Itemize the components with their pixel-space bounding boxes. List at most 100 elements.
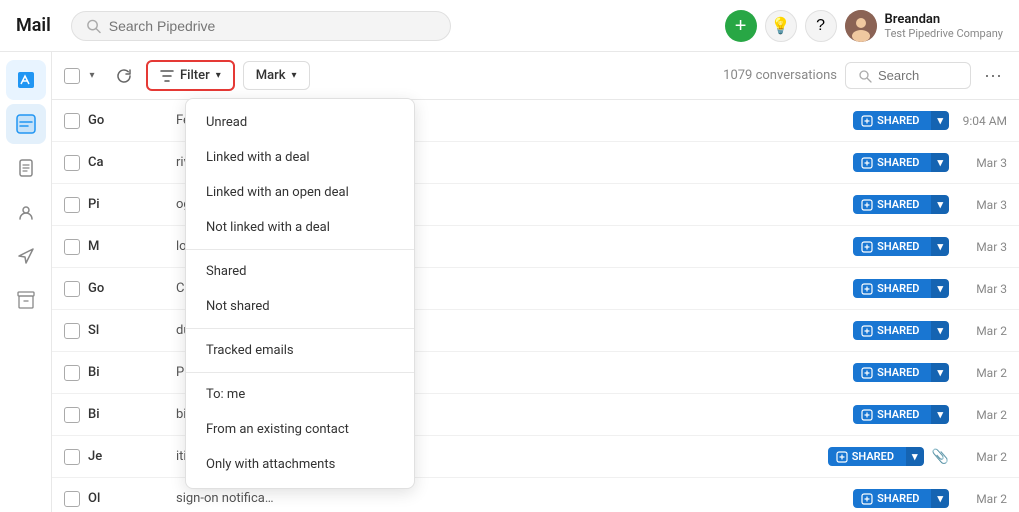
- shared-badge-1[interactable]: SHARED ▾: [853, 153, 949, 172]
- shared-badge-arrow-8[interactable]: ▾: [906, 447, 924, 466]
- filter-menu-item-1[interactable]: Linked with a deal: [186, 140, 414, 175]
- email-checkbox-0[interactable]: [64, 113, 80, 129]
- shared-badge-main-0: SHARED: [853, 111, 927, 130]
- shared-badge-main-7: SHARED: [853, 405, 927, 424]
- email-time-7: Mar 2: [957, 408, 1007, 422]
- email-checkbox-6[interactable]: [64, 365, 80, 381]
- shared-badge-arrow-3[interactable]: ▾: [931, 237, 949, 256]
- email-time-5: Mar 2: [957, 324, 1007, 338]
- sidebar-item-documents[interactable]: [6, 148, 46, 188]
- global-search-bar[interactable]: [71, 11, 451, 41]
- mark-dropdown-arrow: ▾: [291, 70, 296, 81]
- shared-badge-arrow-6[interactable]: ▾: [931, 363, 949, 382]
- email-checkbox-7[interactable]: [64, 407, 80, 423]
- shared-badge-main-9: SHARED: [853, 489, 927, 508]
- select-dropdown-arrow[interactable]: ▾: [82, 66, 102, 86]
- user-company: Test Pipedrive Company: [885, 27, 1003, 40]
- shared-badge-arrow-4[interactable]: ▾: [931, 279, 949, 298]
- help-button[interactable]: ?: [805, 10, 837, 42]
- avatar: [845, 10, 877, 42]
- more-options-button[interactable]: ···: [979, 62, 1007, 90]
- email-sender-6: Bi: [88, 365, 168, 380]
- inbox-search-input[interactable]: [878, 68, 958, 83]
- shared-badge-5[interactable]: SHARED ▾: [853, 321, 949, 340]
- filter-dropdown-arrow: ▾: [216, 70, 221, 81]
- select-all-checkbox[interactable]: [64, 68, 80, 84]
- top-nav: Mail + 💡 ? Breandan Test Pipedrive Compa…: [0, 0, 1019, 52]
- dropdown-divider-3: [186, 249, 414, 250]
- email-checkbox-3[interactable]: [64, 239, 80, 255]
- select-all-area[interactable]: ▾: [64, 66, 102, 86]
- refresh-button[interactable]: [110, 62, 138, 90]
- global-search-input[interactable]: [109, 18, 436, 34]
- sidebar-item-inbox[interactable]: [6, 104, 46, 144]
- user-name: Breandan: [885, 12, 1003, 27]
- filter-menu-item-3[interactable]: Not linked with a deal: [186, 210, 414, 245]
- shared-badge-arrow-2[interactable]: ▾: [931, 195, 949, 214]
- filter-button[interactable]: Filter ▾: [146, 60, 235, 91]
- nav-actions: + 💡 ? Breandan Test Pipedrive Company: [725, 10, 1003, 42]
- shared-badge-main-8: SHARED: [828, 447, 902, 466]
- email-sender-2: Pi: [88, 197, 168, 212]
- shared-badge-7[interactable]: SHARED ▾: [853, 405, 949, 424]
- search-inbox-icon: [858, 69, 872, 83]
- email-time-1: Mar 3: [957, 156, 1007, 170]
- attachment-icon: 📎: [932, 449, 949, 465]
- email-checkbox-8[interactable]: [64, 449, 80, 465]
- shared-badge-main-6: SHARED: [853, 363, 927, 382]
- dropdown-divider-5: [186, 328, 414, 329]
- filter-menu-item-0[interactable]: Unread: [186, 105, 414, 140]
- email-subject-9: sign-on notifica…: [176, 491, 845, 506]
- shared-badge-arrow-1[interactable]: ▾: [931, 153, 949, 172]
- add-button[interactable]: +: [725, 10, 757, 42]
- inbox-search-bar[interactable]: [845, 62, 971, 89]
- shared-badge-arrow-5[interactable]: ▾: [931, 321, 949, 340]
- shared-badge-4[interactable]: SHARED ▾: [853, 279, 949, 298]
- lightbulb-button[interactable]: 💡: [765, 10, 797, 42]
- email-checkbox-5[interactable]: [64, 323, 80, 339]
- shared-badge-8[interactable]: SHARED ▾: [828, 447, 924, 466]
- email-checkbox-9[interactable]: [64, 491, 80, 507]
- email-sender-1: Ca: [88, 155, 168, 170]
- shared-badge-arrow-7[interactable]: ▾: [931, 405, 949, 424]
- filter-menu-item-7[interactable]: To: me: [186, 377, 414, 412]
- filter-dropdown: UnreadLinked with a dealLinked with an o…: [185, 98, 415, 489]
- shared-badge-arrow-0[interactable]: ▾: [931, 111, 949, 130]
- email-time-6: Mar 2: [957, 366, 1007, 380]
- filter-menu-item-2[interactable]: Linked with an open deal: [186, 175, 414, 210]
- email-time-0: 9:04 AM: [957, 114, 1007, 128]
- email-sender-5: Sl: [88, 323, 168, 338]
- shared-badge-9[interactable]: SHARED ▾: [853, 489, 949, 508]
- filter-menu-item-6[interactable]: Tracked emails: [186, 333, 414, 368]
- email-checkbox-4[interactable]: [64, 281, 80, 297]
- sidebar-item-archive[interactable]: [6, 280, 46, 320]
- email-time-9: Mar 2: [957, 492, 1007, 506]
- app-title: Mail: [16, 15, 51, 36]
- filter-menu-item-5[interactable]: Not shared: [186, 289, 414, 324]
- email-sender-8: Je: [88, 449, 168, 464]
- email-sender-7: Bi: [88, 407, 168, 422]
- email-sender-0: Go: [88, 113, 168, 128]
- shared-badge-main-4: SHARED: [853, 279, 927, 298]
- user-menu[interactable]: Breandan Test Pipedrive Company: [845, 10, 1003, 42]
- shared-badge-6[interactable]: SHARED ▾: [853, 363, 949, 382]
- shared-badge-main-1: SHARED: [853, 153, 927, 172]
- mark-button[interactable]: Mark ▾: [243, 61, 310, 90]
- filter-label: Filter: [180, 68, 210, 83]
- mark-label: Mark: [256, 68, 286, 83]
- filter-menu-item-4[interactable]: Shared: [186, 254, 414, 289]
- filter-menu-item-8[interactable]: From an existing contact: [186, 412, 414, 447]
- email-checkbox-2[interactable]: [64, 197, 80, 213]
- sidebar-item-contacts[interactable]: [6, 192, 46, 232]
- email-checkbox-1[interactable]: [64, 155, 80, 171]
- left-sidebar: [0, 52, 52, 512]
- filter-menu-item-9[interactable]: Only with attachments: [186, 447, 414, 482]
- shared-badge-main-3: SHARED: [853, 237, 927, 256]
- sidebar-item-compose[interactable]: [6, 60, 46, 100]
- user-text: Breandan Test Pipedrive Company: [885, 12, 1003, 40]
- sidebar-item-send[interactable]: [6, 236, 46, 276]
- shared-badge-arrow-9[interactable]: ▾: [931, 489, 949, 508]
- shared-badge-3[interactable]: SHARED ▾: [853, 237, 949, 256]
- shared-badge-2[interactable]: SHARED ▾: [853, 195, 949, 214]
- shared-badge-0[interactable]: SHARED ▾: [853, 111, 949, 130]
